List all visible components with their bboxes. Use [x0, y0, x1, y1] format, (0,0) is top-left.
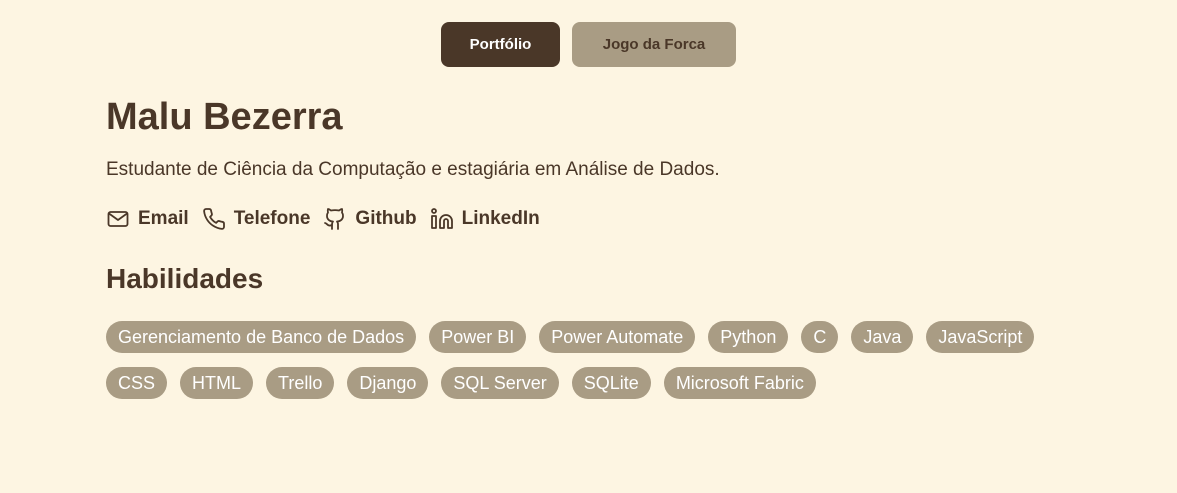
- skill-tag: Java: [851, 321, 914, 353]
- skills-heading: Habilidades: [106, 263, 264, 294]
- skill-tag: Gerenciamento de Banco de Dados: [106, 321, 417, 353]
- skill-tag: CSS: [106, 367, 168, 399]
- mail-icon: [106, 207, 130, 231]
- linkedin-icon: [430, 207, 454, 231]
- skill-tag: Power Automate: [539, 321, 696, 353]
- skill-tag: JavaScript: [926, 321, 1035, 353]
- phone-icon: [202, 207, 226, 231]
- skill-tag: Python: [708, 321, 789, 353]
- linkedin-link[interactable]: LinkedIn: [430, 206, 540, 232]
- phone-link[interactable]: Telefone: [202, 206, 311, 232]
- skill-tag: SQLite: [571, 367, 651, 399]
- skill-tag: HTML: [180, 367, 254, 399]
- skill-tag: Django: [347, 367, 429, 399]
- hangman-game-button[interactable]: Jogo da Forca: [572, 22, 736, 67]
- skill-tag: C: [801, 321, 839, 353]
- skills-list: Gerenciamento de Banco de Dados Power BI…: [106, 321, 1106, 399]
- skill-tag: Power BI: [429, 321, 527, 353]
- linkedin-label: LinkedIn: [461, 208, 540, 229]
- email-label: Email: [138, 208, 189, 229]
- profile-description: Estudante de Ciência da Computação e est…: [106, 159, 720, 180]
- top-nav: Portfólio Jogo da Forca: [0, 22, 1177, 67]
- skill-tag: Trello: [266, 367, 335, 399]
- portfolio-button[interactable]: Portfólio: [441, 22, 560, 67]
- contact-links: Email Telefone Github LinkedIn: [106, 206, 553, 232]
- email-link[interactable]: Email: [106, 206, 189, 232]
- github-link[interactable]: Github: [323, 206, 417, 232]
- skill-tag: SQL Server: [441, 367, 559, 399]
- github-icon: [323, 207, 347, 231]
- skill-tag: Microsoft Fabric: [663, 367, 816, 399]
- github-label: Github: [355, 208, 417, 229]
- phone-label: Telefone: [233, 208, 311, 229]
- profile-name: Malu Bezerra: [106, 96, 343, 138]
